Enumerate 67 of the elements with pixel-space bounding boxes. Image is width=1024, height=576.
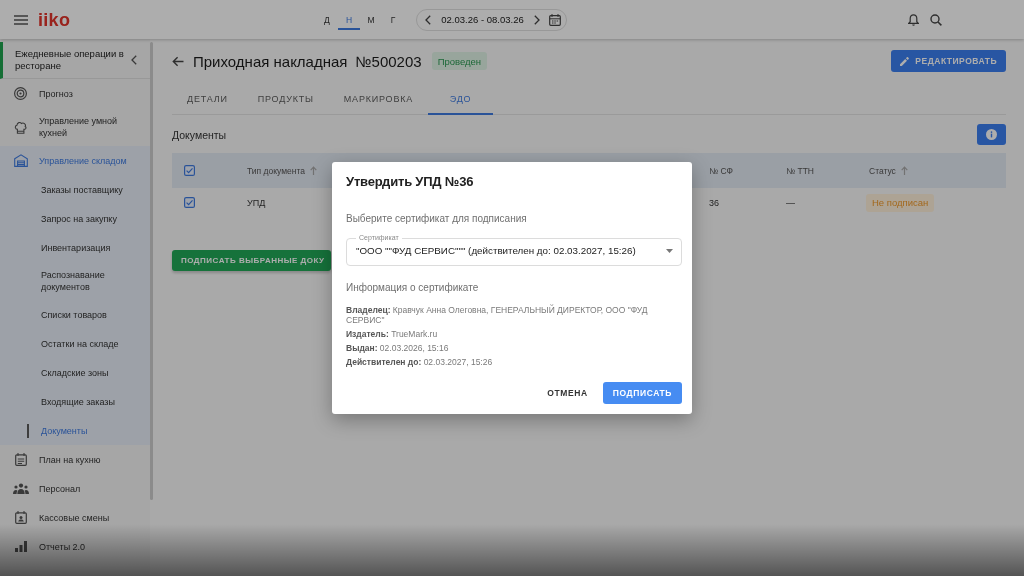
sidebar-subitem[interactable]: Распознавание документов (0, 262, 150, 300)
sidebar-subitem[interactable]: Заказы поставщику (0, 175, 150, 204)
sidebar-subitem[interactable]: Списки товаров (0, 300, 150, 329)
bar-chart-icon (14, 541, 27, 552)
table-cell: 36 (709, 197, 719, 208)
back-button[interactable] (172, 55, 184, 67)
tab[interactable]: МАРКИРОВКА (328, 84, 429, 115)
bell-icon[interactable] (908, 13, 919, 26)
people-icon (12, 483, 29, 494)
sidebar-item[interactable]: Прогноз (0, 79, 150, 108)
certificate-detail: Владелец: Кравчук Анна Олеговна, ГЕНЕРАЛЬНЫЙ ДИРЕКТОР, ООО "ФУД СЕРВИС" (346, 305, 649, 325)
menu-icon[interactable] (14, 14, 28, 25)
certificate-detail: Издатель: TrueMark.ru (346, 329, 439, 339)
table-cell: — (786, 197, 795, 208)
column-header[interactable]: Статус (869, 165, 908, 176)
status-badge: Не подписан (866, 193, 935, 212)
column-header[interactable]: Тип документа (247, 165, 317, 176)
sidebar-item[interactable]: Персонал (0, 474, 150, 503)
row-checkbox[interactable] (184, 197, 195, 208)
search-icon[interactable] (930, 13, 942, 26)
sign-button[interactable]: ПОДПИСАТЬ (602, 382, 682, 404)
arrow-left-icon (172, 55, 184, 67)
column-header[interactable]: № СФ (709, 165, 734, 176)
period-tab[interactable]: Г (382, 9, 404, 30)
dialog-prompt: Выберите сертификат для подписания (346, 213, 528, 225)
sidebar-subitem[interactable]: Запрос на закупку (0, 204, 150, 233)
dialog-title: Утвердить УПД №36 (346, 174, 475, 190)
info-title: Информация о сертификате (346, 282, 480, 294)
calendar-icon[interactable] (549, 13, 561, 26)
sidebar-header-title[interactable]: Ежедневные операции в ресторане (15, 48, 128, 72)
select-all-checkbox[interactable] (184, 165, 195, 176)
period-tab[interactable]: Д (316, 9, 338, 30)
target-icon (14, 87, 27, 100)
page-title: Приходная накладная (193, 52, 348, 70)
warehouse-icon (13, 154, 28, 167)
active-indicator (27, 423, 29, 438)
info-icon (986, 129, 997, 140)
logo[interactable]: iiko (38, 9, 71, 30)
caret-icon (666, 249, 673, 253)
column-header[interactable]: № ТТН (786, 165, 814, 176)
tab[interactable]: ДЕТАЛИ (172, 84, 243, 115)
sidebar-item[interactable]: План на кухню (0, 445, 150, 474)
pencil-icon (900, 56, 910, 66)
status-badge: Проведен (431, 52, 488, 70)
sidebar-item[interactable]: Управление умной кухней (0, 108, 150, 146)
period-tab[interactable]: М (360, 9, 382, 30)
date-range-text[interactable]: 02.03.26 - 08.03.26 (434, 14, 531, 25)
calendar-icon (14, 453, 27, 466)
sidebar-subitem[interactable]: Складские зоны (0, 358, 150, 387)
chef-hat-icon (14, 120, 27, 134)
edit-button[interactable]: РЕДАКТИРОВАТЬ (891, 50, 1006, 72)
info-button[interactable] (977, 124, 1006, 145)
sidebar-item[interactable]: Отчеты 2.0 (0, 532, 150, 561)
table-cell: УПД (247, 197, 266, 208)
certificate-detail: Действителен до: 02.03.2027, 15:26 (346, 357, 494, 367)
tab[interactable]: ПРОДУКТЫ (242, 84, 329, 115)
sidebar-subitem[interactable]: Инвентаризация (0, 233, 150, 262)
sidebar-subitem[interactable]: Остатки на складе (0, 329, 150, 358)
period-tab[interactable]: Н (338, 9, 360, 30)
cancel-button[interactable]: ОТМЕНА (539, 382, 596, 404)
certificate-detail: Выдан: 02.03.2026, 15:16 (346, 343, 450, 353)
sidebar-item[interactable]: Кассовые смены (0, 503, 150, 532)
calendar-person-icon (14, 511, 27, 524)
sidebar-subitem[interactable]: Входящие заказы (0, 387, 150, 416)
tab[interactable]: ЭДО (428, 84, 494, 115)
document-number: №500203 (355, 52, 422, 70)
section-title: Документы (172, 128, 227, 141)
